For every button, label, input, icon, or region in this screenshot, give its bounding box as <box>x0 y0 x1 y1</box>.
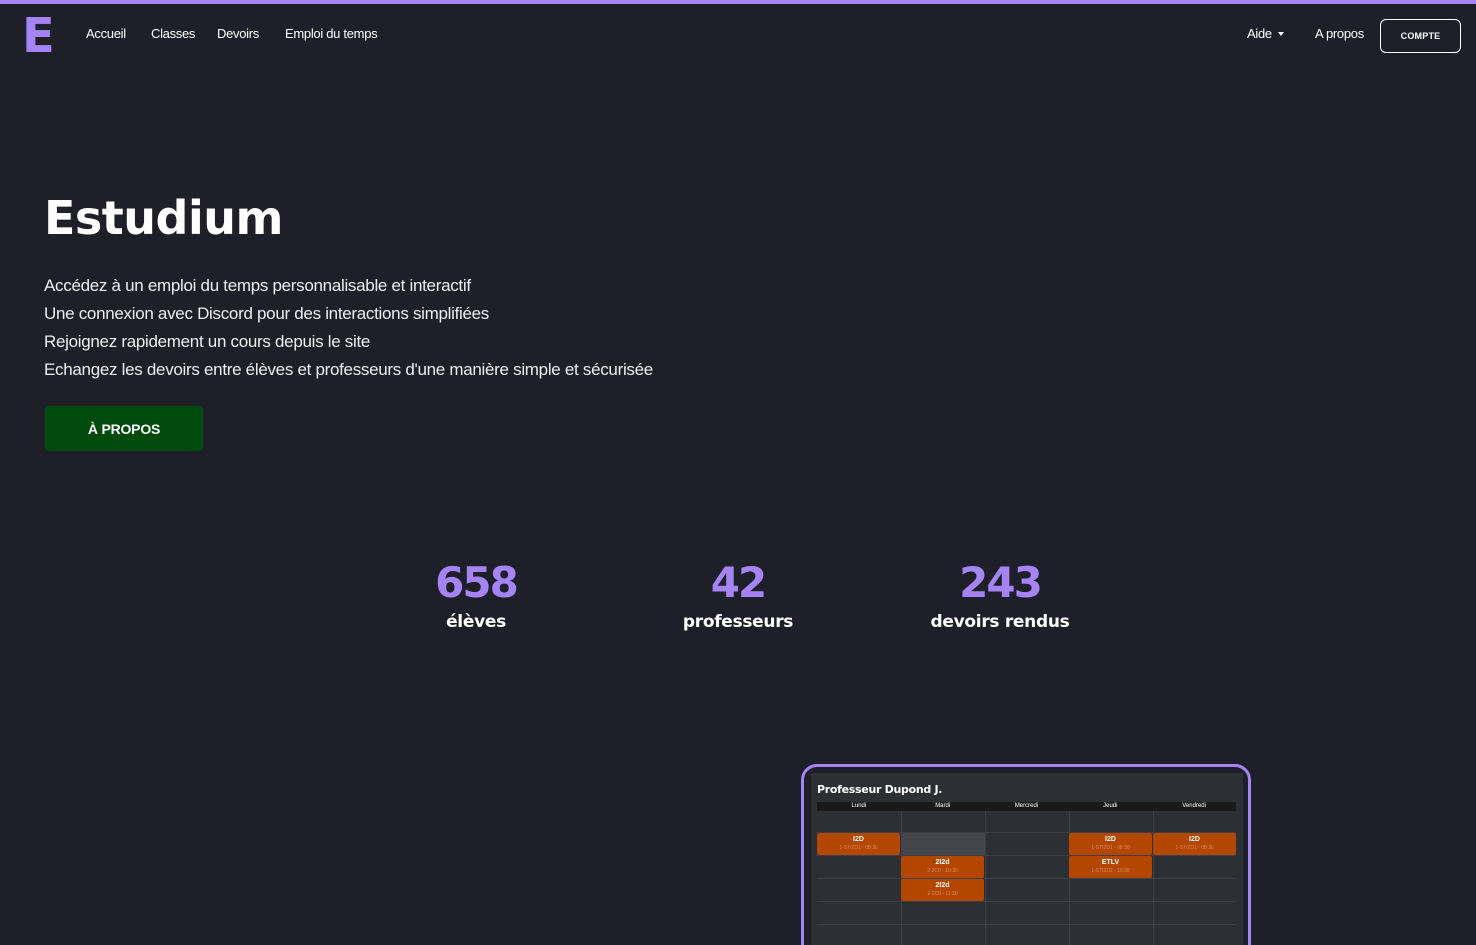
preview-day-header: Lundi Mardi Mercredi Jeudi Vendredi <box>817 802 1236 811</box>
feature-line: Une connexion avec Discord pour des inte… <box>44 304 490 323</box>
account-button[interactable]: COMPTE <box>1380 19 1461 53</box>
timetable-slot[interactable]: I2D 1-STI2D1 - 08:30 <box>1069 833 1152 855</box>
timetable-empty-slot <box>901 833 985 855</box>
preview-day: Jeudi <box>1103 803 1118 809</box>
grid-line <box>817 855 1236 856</box>
preview-day: Mercredi <box>1014 803 1039 809</box>
feature-line: Echangez les devoirs entre élèves et pro… <box>44 360 653 379</box>
preview-day: Mardi <box>935 803 951 809</box>
preview-day: Lundi <box>851 803 867 809</box>
stat-students: 658 élèves <box>376 560 576 634</box>
slot-name: I2D <box>853 836 864 843</box>
stat-label: élèves <box>446 612 506 632</box>
nav-link-classes[interactable]: Classes <box>151 26 195 41</box>
slot-detail: 1-STI2D2 - 10:30 <box>1091 868 1130 874</box>
slot-name: 2I2d <box>935 882 950 889</box>
hero-title: Estudium <box>44 191 283 245</box>
stat-value: 658 <box>435 558 519 607</box>
feature-line: Rejoignez rapidement un cours depuis le … <box>44 332 371 351</box>
stat-value: 42 <box>710 558 767 607</box>
logo[interactable]: E <box>22 12 55 60</box>
nav-link-accueil[interactable]: Accueil <box>86 26 126 41</box>
stat-label: professeurs <box>682 612 794 632</box>
slot-name: I2D <box>1105 836 1116 843</box>
nav-aide-label: Aide <box>1247 26 1272 41</box>
timetable-slot[interactable]: 2I2d 2-2C0 - 10:30 <box>901 856 984 878</box>
slot-detail: 1-STI2D1 - 08:30 <box>1091 845 1130 851</box>
stat-homework: 243 devoirs rendus <box>900 560 1100 634</box>
grid-line <box>817 901 1236 902</box>
grid-line <box>817 878 1236 879</box>
slot-detail: 2-2C0 - 11:30 <box>927 891 958 897</box>
nav-link-a-propos[interactable]: A propos <box>1315 26 1364 41</box>
timetable-preview: Professeur Dupond J. Lundi Mardi Mercred… <box>801 764 1251 945</box>
slot-name: ETLV <box>1101 859 1120 866</box>
preview-title: Professeur Dupond J. <box>817 783 943 796</box>
stat-teachers: 42 professeurs <box>638 560 838 634</box>
grid-line <box>817 924 1236 925</box>
feature-line: Accédez à un emploi du temps personnalis… <box>44 276 471 295</box>
navbar: E Accueil Classes Devoirs Emploi du temp… <box>0 4 1476 66</box>
nav-dropdown-aide[interactable]: Aide <box>1247 26 1284 41</box>
timetable-slot[interactable]: 2I2d 2-2C0 - 11:30 <box>901 879 984 901</box>
timetable-slot[interactable]: ETLV 1-STI2D2 - 10:30 <box>1069 856 1152 878</box>
slot-name: I2D <box>1189 836 1200 843</box>
caret-down-icon <box>1277 31 1284 36</box>
preview-day: Vendredi <box>1182 803 1206 809</box>
stat-value: 243 <box>959 558 1043 607</box>
slot-detail: 1-STI2D1 - 08:30 <box>839 845 878 851</box>
feature-list: Accédez à un emploi du temps personnalis… <box>44 272 653 384</box>
slot-detail: 2-2C0 - 10:30 <box>927 868 958 874</box>
timetable-slot[interactable]: I2D 1-STI2D1 - 08:30 <box>817 833 900 855</box>
slot-name: 2I2d <box>935 859 950 866</box>
timetable-slot[interactable]: I2D 1-STI2D1 - 08:30 <box>1153 833 1236 855</box>
stat-label: devoirs rendus <box>930 612 1070 632</box>
slot-detail: 1-STI2D1 - 08:30 <box>1175 845 1214 851</box>
nav-link-emploi-du-temps[interactable]: Emploi du temps <box>285 26 378 41</box>
timetable-preview-screen: Professeur Dupond J. Lundi Mardi Mercred… <box>811 773 1243 945</box>
about-button[interactable]: À PROPOS <box>45 406 203 451</box>
nav-link-devoirs[interactable]: Devoirs <box>217 26 259 41</box>
